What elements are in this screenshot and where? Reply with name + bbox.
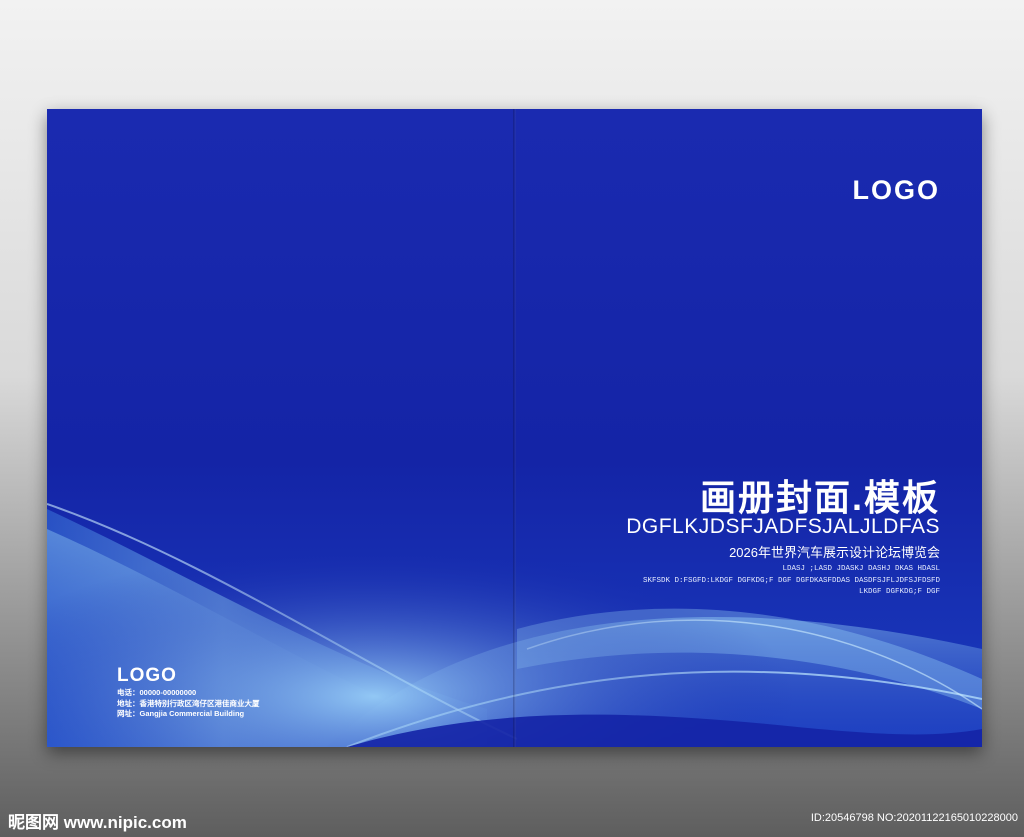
contact-info: 电话：00000-00000000 地址：香港特别行政区湾仔区港佳商业大厦 网址… bbox=[117, 688, 260, 720]
contact-phone: 电话：00000-00000000 bbox=[117, 688, 197, 697]
small-text-line: LKDGF DGFKDG;F DGF bbox=[858, 588, 940, 596]
watermark-bar: 昵图网 www.nipic.com ID:20546798 NO:2020112… bbox=[0, 800, 1024, 837]
spine-fold bbox=[513, 109, 516, 747]
contact-website: 网址：Gangjia Commercial Building bbox=[117, 709, 245, 718]
brochure-cover: LOGO 画册封面.模板 DGFLKJDSFJADFSJALJLDFAS 202… bbox=[47, 109, 982, 747]
image-id-watermark: ID:20546798 NO:20201122165010228000 bbox=[810, 812, 1018, 824]
small-text-line: LDASJ ;LASD JDASKJ DASHJ DKAS HDASL bbox=[782, 565, 940, 573]
site-watermark: 昵图网 www.nipic.com bbox=[8, 813, 187, 832]
contact-address: 地址：香港特别行政区湾仔区港佳商业大厦 bbox=[117, 698, 260, 708]
cover-title: 画册封面.模板 bbox=[699, 477, 940, 518]
chinese-subtitle: 2026年世界汽车展示设计论坛博览会 bbox=[729, 545, 940, 560]
small-text-line: SKFSDK D:FSGFD:LKDGF DGFKDG;F DGF DGFDKA… bbox=[642, 576, 940, 585]
english-subtitle: DGFLKJDSFJADFSJALJLDFAS bbox=[626, 515, 940, 538]
back-logo: LOGO bbox=[117, 665, 177, 686]
front-logo: LOGO bbox=[852, 175, 940, 205]
small-text-block: LDASJ ;LASD JDASKJ DASHJ DKAS HDASL SKFS… bbox=[643, 564, 940, 599]
